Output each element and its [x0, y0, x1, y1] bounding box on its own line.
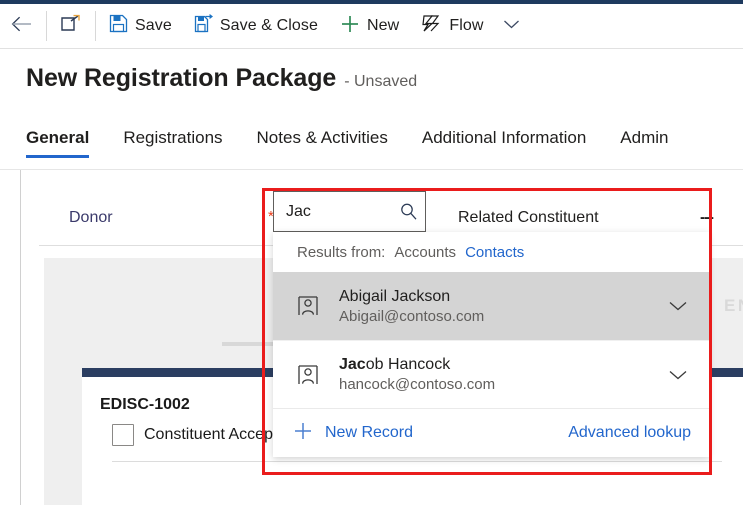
results-from-label: Results from: — [297, 244, 385, 261]
chevron-down-icon[interactable] — [661, 369, 695, 381]
magnifier-icon[interactable] — [391, 202, 425, 221]
tab-admin-label: Admin — [620, 128, 668, 147]
contact-person-icon — [293, 364, 323, 386]
lookup-result-email: Abigail@contoso.com — [339, 308, 661, 325]
results-from-row: Results from: Accounts Contacts — [273, 232, 709, 272]
tab-additional-information-label: Additional Information — [422, 128, 586, 147]
donor-field-label: Donor — [69, 209, 113, 227]
lookup-result-text: Jacob Hancock hancock@contoso.com — [339, 356, 661, 393]
results-source-accounts[interactable]: Accounts — [394, 244, 456, 261]
constituent-accept-label: Constituent Accept — [144, 426, 277, 444]
document-preview-card-divider — [112, 461, 722, 462]
save-and-close-button-label: Save & Close — [220, 17, 318, 35]
related-constituent-value[interactable]: --- — [700, 209, 713, 227]
back-arrow-icon — [11, 15, 33, 38]
new-record-label: New Record — [325, 424, 413, 442]
open-in-new-window-button[interactable] — [49, 5, 93, 47]
constituent-accept-row[interactable]: Constituent Accept — [112, 424, 277, 446]
related-constituent-label: Related Constituent — [458, 209, 599, 227]
donor-lookup-input-box[interactable]: Jac — [273, 191, 426, 232]
tab-admin[interactable]: Admin — [620, 128, 685, 158]
lookup-result-name: Abigail Jackson — [339, 288, 661, 306]
page-title: New Registration Package — [26, 64, 336, 93]
donor-lookup-input[interactable]: Jac — [274, 203, 391, 221]
lookup-result-item-abigail-jackson[interactable]: Abigail Jackson Abigail@contoso.com — [273, 272, 709, 340]
contact-person-icon — [293, 295, 323, 317]
lookup-result-text: Abigail Jackson Abigail@contoso.com — [339, 288, 661, 325]
save-button-label: Save — [135, 17, 172, 35]
results-source-contacts[interactable]: Contacts — [465, 244, 524, 261]
donor-lookup-flyout: Results from: Accounts Contacts Abigail … — [273, 232, 709, 457]
new-button[interactable]: New — [329, 5, 410, 47]
back-button[interactable] — [0, 5, 44, 47]
document-code: EDISC-1002 — [100, 396, 190, 414]
new-record-button[interactable]: New Record — [293, 421, 413, 446]
open-in-new-window-icon — [60, 14, 82, 39]
tab-general[interactable]: General — [26, 128, 106, 158]
save-button[interactable]: Save — [98, 5, 183, 47]
plus-icon — [293, 421, 313, 446]
advanced-lookup-link[interactable]: Advanced lookup — [568, 424, 691, 442]
new-button-label: New — [367, 17, 399, 35]
chevron-down-icon[interactable] — [661, 300, 695, 312]
command-bar: Save Save & Close New F — [0, 4, 743, 49]
tab-notes-activities-label: Notes & Activities — [257, 128, 388, 147]
command-bar-divider-2 — [95, 11, 96, 41]
flow-button[interactable]: Flow — [410, 5, 494, 47]
tab-registrations[interactable]: Registrations — [123, 128, 239, 158]
tab-strip: General Registrations Notes & Activities… — [26, 128, 702, 158]
tab-notes-activities[interactable]: Notes & Activities — [257, 128, 405, 158]
lookup-result-name-rest: ob Hancock — [366, 356, 451, 373]
lookup-result-name: Jacob Hancock — [339, 356, 661, 374]
command-bar-overflow-button[interactable] — [495, 5, 529, 47]
lookup-result-email: hancock@contoso.com — [339, 376, 661, 393]
constituent-accept-checkbox[interactable] — [112, 424, 134, 446]
title-row: New Registration Package - Unsaved — [26, 64, 417, 93]
save-and-close-button[interactable]: Save & Close — [183, 5, 329, 47]
save-floppy-icon — [109, 14, 128, 38]
chevron-down-icon — [503, 17, 520, 35]
flow-icon — [421, 14, 442, 38]
save-and-close-icon — [194, 14, 213, 38]
lookup-flyout-footer: New Record Advanced lookup — [273, 408, 709, 457]
document-preview-heading-right-fragment: EN — [724, 296, 743, 316]
record-state-label: - Unsaved — [344, 73, 417, 91]
tab-additional-information[interactable]: Additional Information — [422, 128, 603, 158]
plus-icon — [340, 14, 360, 39]
lookup-result-name-match: Jac — [339, 356, 366, 373]
tab-general-label: General — [26, 128, 89, 147]
tab-registrations-label: Registrations — [123, 128, 222, 147]
flow-button-label: Flow — [449, 17, 483, 35]
command-bar-divider-1 — [46, 11, 47, 41]
lookup-result-item-jacob-hancock[interactable]: Jacob Hancock hancock@contoso.com — [273, 340, 709, 408]
